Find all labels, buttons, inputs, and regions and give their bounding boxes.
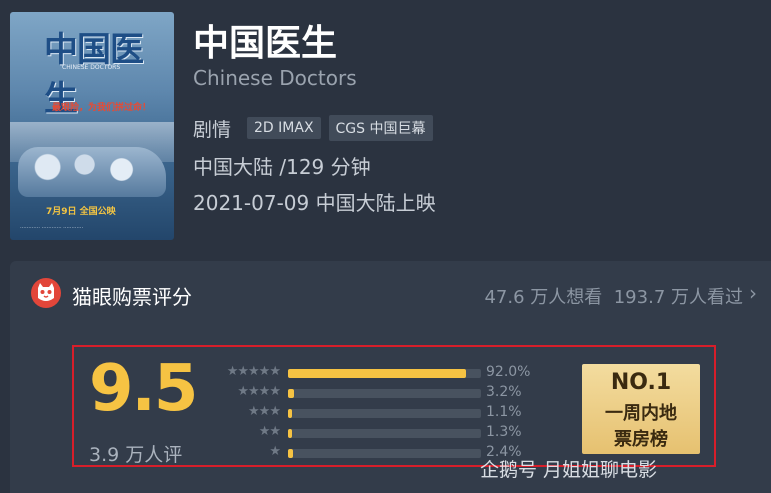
distribution-bar-fill xyxy=(288,369,466,378)
star-icons: ★★★★★ xyxy=(226,364,281,379)
movie-english-title: Chinese Doctors xyxy=(193,66,357,90)
maoyan-cat-icon xyxy=(31,278,61,308)
distribution-percent: 1.3% xyxy=(486,424,522,440)
rating-count: 3.9 万人评 xyxy=(89,444,183,466)
distribution-bar-fill xyxy=(288,409,292,418)
poster-cast: ………… ………… ………… xyxy=(20,224,84,230)
rank-line-2: 票房榜 xyxy=(614,429,668,450)
genre-row: 剧情 2D IMAX CGS 中国巨幕 xyxy=(193,115,433,141)
star-icons: ★★★ xyxy=(248,404,281,419)
movie-title: 中国医生 xyxy=(193,23,338,64)
rating-score: 9.5 xyxy=(89,352,198,426)
star-row-5: ★★★★★ 92.0% xyxy=(200,364,550,380)
distribution-percent: 3.2% xyxy=(486,384,522,400)
distribution-percent: 92.0% xyxy=(486,364,531,380)
poster-doctors-illustration xyxy=(18,147,166,197)
star-icons: ★★ xyxy=(258,424,281,439)
poster-slogan: 最艰险，为我们拼过命！ xyxy=(52,103,152,113)
star-icons: ★★★★ xyxy=(237,384,281,399)
star-icons: ★ xyxy=(269,444,281,459)
audience-stats[interactable]: 47.6 万人想看 193.7 万人看过 xyxy=(484,283,743,309)
rank-label: NO.1 xyxy=(610,370,672,395)
star-row-3: ★★★ 1.1% xyxy=(200,404,550,420)
distribution-bar-fill xyxy=(288,429,292,438)
poster-release: 7月9日 全国公映 xyxy=(46,207,116,217)
movie-poster[interactable]: 中国医生 CHINESE DOCTORS 最艰险，为我们拼过命！ 7月9日 全国… xyxy=(10,12,174,240)
watched-count: 193.7 万人看过 xyxy=(613,287,743,308)
genre-label: 剧情 xyxy=(193,118,232,141)
distribution-bar xyxy=(288,389,481,398)
format-tag-imax: 2D IMAX xyxy=(247,117,321,139)
distribution-bar xyxy=(288,429,481,438)
distribution-bar xyxy=(288,409,481,418)
star-row-2: ★★ 1.3% xyxy=(200,424,550,440)
rank-line-1: 一周内地 xyxy=(605,403,677,424)
distribution-percent: 1.1% xyxy=(486,404,522,420)
watermark: 企鹅号 月姐姐聊电影 xyxy=(480,459,658,481)
format-tag-cgs: CGS 中国巨幕 xyxy=(328,115,433,141)
rating-source-label: 猫眼购票评分 xyxy=(72,285,192,309)
release-date: 2021-07-09 中国大陆上映 xyxy=(193,191,436,215)
poster-subtitle: CHINESE DOCTORS xyxy=(62,64,121,71)
star-row-4: ★★★★ 3.2% xyxy=(200,384,550,400)
want-to-see-count: 47.6 万人想看 xyxy=(484,287,603,308)
distribution-bar-fill xyxy=(288,389,295,398)
chevron-right-icon[interactable]: › xyxy=(749,281,757,305)
box-office-rank-badge[interactable]: NO.1 一周内地 票房榜 xyxy=(582,364,700,454)
distribution-bar-fill xyxy=(288,449,293,458)
distribution-bar xyxy=(288,369,481,378)
region-duration: 中国大陆 /129 分钟 xyxy=(193,155,371,179)
distribution-bar xyxy=(288,449,481,458)
